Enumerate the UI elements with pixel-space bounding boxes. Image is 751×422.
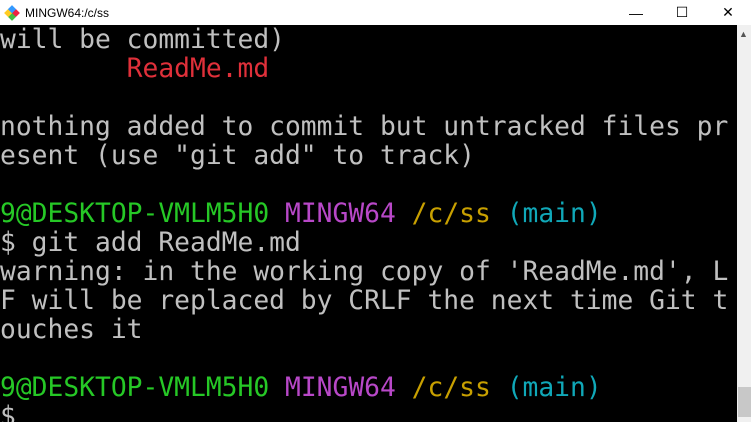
scrollbar-thumb[interactable]	[738, 387, 751, 417]
vertical-scrollbar[interactable]: ▲	[737, 25, 751, 422]
terminal-output[interactable]: will be committed) ReadMe.md nothing add…	[0, 25, 737, 422]
prompt-line: 9@DESKTOP-VMLM5H0 MINGW64 /c/ss (main)	[0, 374, 737, 403]
scroll-up-icon[interactable]: ▲	[739, 29, 748, 39]
prompt-path: /c/ss	[411, 199, 491, 229]
prompt-branch: (main)	[506, 199, 602, 229]
close-button[interactable]: ✕	[705, 0, 751, 25]
prompt-user: 9@DESKTOP-VMLM5H0	[0, 199, 270, 229]
terminal-line: F will be replaced by CRLF the next time…	[0, 286, 729, 316]
minimize-button[interactable]: —	[613, 0, 659, 25]
terminal-line: nothing added to commit but untracked fi…	[0, 112, 729, 142]
terminal-line: will be committed)	[0, 25, 285, 55]
prompt-shell: MINGW64	[285, 199, 396, 229]
prompt-path: /c/ss	[411, 373, 491, 403]
maximize-button[interactable]: ☐	[659, 0, 705, 25]
command-input-line[interactable]: $	[0, 403, 737, 422]
terminal-line: ouches it	[0, 315, 143, 345]
prompt-branch: (main)	[506, 373, 602, 403]
terminal-line: esent (use "git add" to track)	[0, 141, 475, 171]
prompt-shell: MINGW64	[285, 373, 396, 403]
git-app-icon	[4, 4, 20, 21]
prompt-user: 9@DESKTOP-VMLM5H0	[0, 373, 270, 403]
window-title: MINGW64:/c/ss	[25, 5, 110, 20]
command-line: $ git add ReadMe.md	[0, 228, 301, 258]
prompt-line: 9@DESKTOP-VMLM5H0 MINGW64 /c/ss (main)	[0, 200, 737, 229]
untracked-file: ReadMe.md	[0, 54, 270, 84]
terminal-line: warning: in the working copy of 'ReadMe.…	[0, 257, 729, 287]
title-bar: MINGW64:/c/ss — ☐ ✕	[0, 0, 751, 25]
